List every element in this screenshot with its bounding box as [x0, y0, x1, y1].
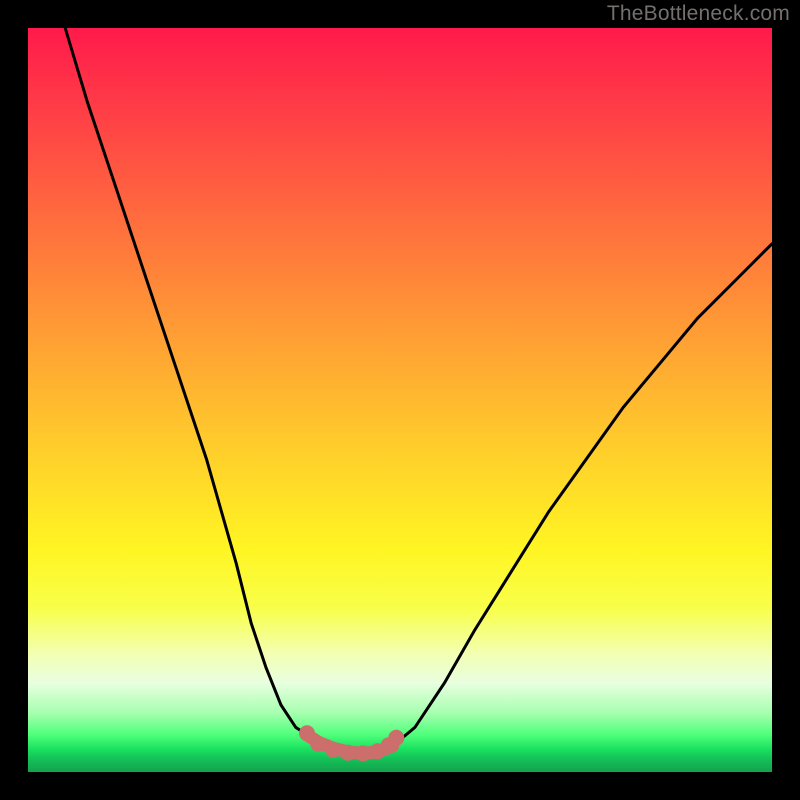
curve-left-branch: [65, 28, 307, 735]
marker-group: [299, 725, 404, 761]
curve-right-branch: [393, 244, 772, 746]
curve-marker: [310, 736, 326, 752]
curve-marker: [325, 742, 341, 758]
chart-container: TheBottleneck.com: [0, 0, 800, 800]
plot-area: [28, 28, 772, 772]
bottleneck-curve-svg: [28, 28, 772, 772]
watermark-text: TheBottleneck.com: [607, 2, 790, 26]
curve-marker: [355, 745, 371, 761]
curve-marker: [388, 730, 404, 746]
curve-marker: [340, 745, 356, 761]
